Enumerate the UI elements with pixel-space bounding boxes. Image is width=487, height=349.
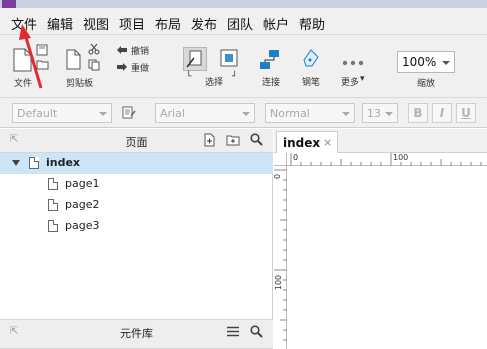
ruler-v-label-100: 100 bbox=[274, 274, 284, 291]
ruler-corner bbox=[274, 153, 287, 166]
underline-button[interactable]: U bbox=[456, 103, 476, 123]
add-page-icon[interactable] bbox=[203, 133, 216, 150]
page-icon bbox=[48, 220, 58, 232]
page-icon bbox=[48, 199, 58, 211]
tree-item-label: page3 bbox=[65, 219, 100, 232]
font-family-select[interactable]: Arial bbox=[155, 103, 255, 123]
style-select-value: Default bbox=[17, 107, 58, 120]
style-editor-icon[interactable] bbox=[122, 106, 136, 123]
chevron-down-icon bbox=[242, 112, 250, 116]
ruler-h-label-100: 100 bbox=[393, 153, 409, 162]
ruler-ticks bbox=[274, 169, 287, 341]
tab-index[interactable]: index × bbox=[276, 131, 338, 153]
horizontal-ruler: 0 100 bbox=[287, 153, 487, 166]
font-size-value: 13 bbox=[367, 107, 381, 120]
add-folder-icon[interactable] bbox=[226, 134, 240, 149]
ruler-h-label-0: 0 bbox=[293, 153, 299, 162]
style-select[interactable]: Default bbox=[12, 103, 112, 123]
expand-arrow-icon[interactable] bbox=[12, 160, 20, 166]
design-canvas[interactable] bbox=[288, 167, 487, 349]
tree-item-label: page2 bbox=[65, 198, 100, 211]
italic-button[interactable]: I bbox=[432, 103, 452, 123]
ruler-v-label-0: 0 bbox=[273, 173, 283, 180]
search-icon[interactable] bbox=[250, 133, 263, 149]
tab-label: index bbox=[283, 136, 321, 150]
pages-panel-header: ⇱ 页面 bbox=[0, 129, 273, 153]
tree-item-page3[interactable]: page3 bbox=[0, 216, 273, 237]
canvas-area: index × 0 100 0 100 bbox=[273, 129, 487, 349]
page-icon bbox=[29, 157, 39, 169]
chevron-down-icon bbox=[385, 112, 393, 116]
font-weight-value: Normal bbox=[270, 107, 310, 120]
tree-item-index[interactable]: index bbox=[0, 153, 273, 174]
tree-item-label: page1 bbox=[65, 177, 100, 190]
widgets-panel-header: ⇱ 元件库 bbox=[0, 319, 273, 349]
font-weight-select[interactable]: Normal bbox=[265, 103, 355, 123]
tree-item-page1[interactable]: page1 bbox=[0, 174, 273, 195]
font-family-value: Arial bbox=[160, 107, 185, 120]
font-size-select[interactable]: 13 bbox=[362, 103, 398, 123]
tree-item-page2[interactable]: page2 bbox=[0, 195, 273, 216]
ruler-ticks bbox=[290, 153, 482, 166]
chevron-down-icon bbox=[99, 112, 107, 116]
page-icon bbox=[48, 178, 58, 190]
close-icon[interactable]: × bbox=[323, 136, 332, 149]
search-icon[interactable] bbox=[250, 325, 263, 341]
menu-icon[interactable] bbox=[227, 326, 239, 340]
bold-button[interactable]: B bbox=[408, 103, 428, 123]
format-toolbar: Default Arial Normal 13 B I U bbox=[0, 98, 487, 128]
chevron-down-icon bbox=[342, 112, 350, 116]
tab-strip: index × bbox=[274, 129, 487, 153]
pages-panel: ⇱ 页面 index page1 page2 page3 ⇱ 元件库 bbox=[0, 129, 273, 349]
vertical-ruler: 0 100 bbox=[273, 166, 287, 349]
tree-item-label: index bbox=[46, 156, 81, 169]
